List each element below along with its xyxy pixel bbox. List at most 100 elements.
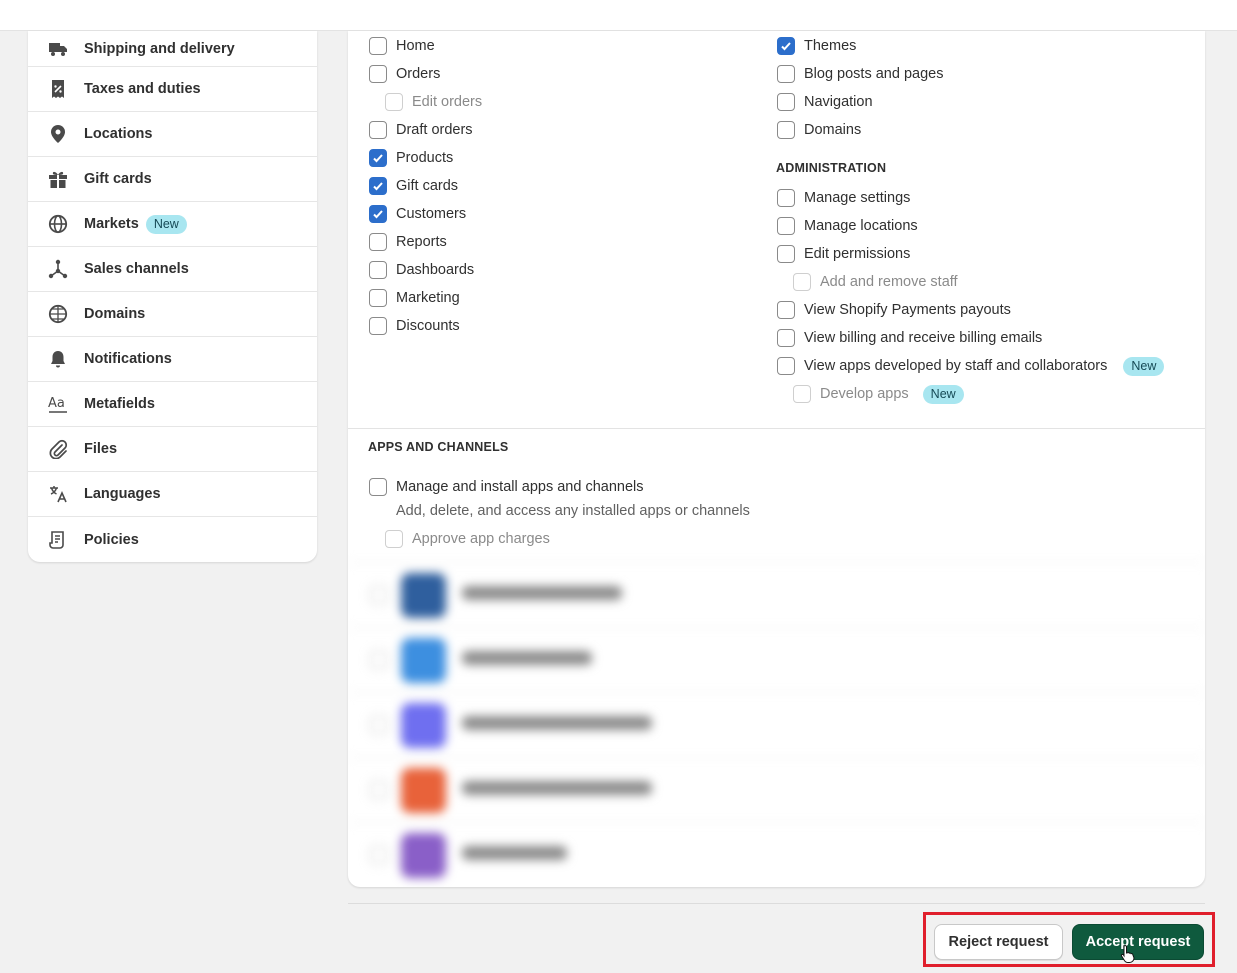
sidebar-item-gift-cards[interactable]: Gift cards xyxy=(28,157,317,202)
app-row[interactable] xyxy=(348,692,1205,757)
sidebar-item-shipping[interactable]: Shipping and delivery xyxy=(28,31,317,67)
checkbox[interactable] xyxy=(385,93,403,111)
perm-draft-orders[interactable]: Draft orders xyxy=(369,119,473,141)
checkbox[interactable] xyxy=(777,301,795,319)
checkbox[interactable] xyxy=(777,121,795,139)
perm-customers[interactable]: Customers xyxy=(369,203,466,225)
perm-discounts[interactable]: Discounts xyxy=(369,315,460,337)
new-badge: New xyxy=(922,384,964,404)
gift-icon xyxy=(47,168,69,190)
checkbox[interactable] xyxy=(777,357,795,375)
sidebar-item-taxes[interactable]: Taxes and duties xyxy=(28,67,317,112)
perm-orders[interactable]: Orders xyxy=(369,63,440,85)
app-name-redacted xyxy=(462,781,652,795)
checkbox-checked[interactable] xyxy=(369,205,387,223)
checkbox[interactable] xyxy=(369,289,387,307)
perm-themes[interactable]: Themes xyxy=(777,35,856,57)
channels-icon xyxy=(47,258,69,280)
perm-label: Manage and install apps and channels xyxy=(396,479,644,495)
sidebar-item-files[interactable]: Files xyxy=(28,427,317,472)
checkbox[interactable] xyxy=(369,233,387,251)
sidebar-item-sales-channels[interactable]: Sales channels xyxy=(28,247,317,292)
checkbox[interactable] xyxy=(777,245,795,263)
checkbox[interactable] xyxy=(777,217,795,235)
perm-approve-app-charges[interactable]: Approve app charges xyxy=(385,528,550,550)
document-icon xyxy=(47,529,69,551)
checkbox-checked[interactable] xyxy=(369,177,387,195)
sidebar-item-label: Gift cards xyxy=(84,171,152,187)
app-name-redacted xyxy=(462,651,592,665)
perm-reports[interactable]: Reports xyxy=(369,231,447,253)
sidebar-item-notifications[interactable]: Notifications xyxy=(28,337,317,382)
checkbox[interactable] xyxy=(369,65,387,83)
app-row[interactable] xyxy=(348,562,1205,627)
checkbox[interactable] xyxy=(370,651,388,669)
perm-domains[interactable]: Domains xyxy=(777,119,861,141)
app-row[interactable] xyxy=(348,757,1205,822)
perm-manage-settings[interactable]: Manage settings xyxy=(777,187,910,209)
perm-blog-posts[interactable]: Blog posts and pages xyxy=(777,63,943,85)
checkbox[interactable] xyxy=(369,478,387,496)
perm-label: View apps developed by staff and collabo… xyxy=(804,358,1108,374)
checkbox[interactable] xyxy=(369,261,387,279)
section-divider xyxy=(348,428,1205,429)
checkbox[interactable] xyxy=(777,93,795,111)
sidebar-item-locations[interactable]: Locations xyxy=(28,112,317,157)
perm-label: Gift cards xyxy=(396,178,459,194)
perm-dashboards[interactable]: Dashboards xyxy=(369,259,474,281)
checkbox[interactable] xyxy=(369,37,387,55)
perm-products[interactable]: Products xyxy=(369,147,453,169)
perm-label: Orders xyxy=(396,66,441,82)
footer-divider xyxy=(348,903,1205,904)
checkbox[interactable] xyxy=(370,586,388,604)
perm-view-apps-staff[interactable]: View apps developed by staff and collabo… xyxy=(777,355,1165,377)
reject-request-button[interactable]: Reject request xyxy=(934,924,1063,960)
checkbox[interactable] xyxy=(370,846,388,864)
sidebar-item-label: Markets xyxy=(84,216,139,232)
perm-gift-cards[interactable]: Gift cards xyxy=(369,175,458,197)
checkbox-checked[interactable] xyxy=(369,149,387,167)
perm-label: Manage locations xyxy=(804,218,918,234)
perm-label: Customers xyxy=(396,206,467,222)
checkbox[interactable] xyxy=(370,716,388,734)
app-row[interactable] xyxy=(348,627,1205,692)
checkbox[interactable] xyxy=(777,189,795,207)
sidebar-item-metafields[interactable]: Aa Metafields xyxy=(28,382,317,427)
sidebar-item-policies[interactable]: Policies xyxy=(28,517,317,562)
perm-add-remove-staff[interactable]: Add and remove staff xyxy=(793,271,958,293)
perm-navigation[interactable]: Navigation xyxy=(777,91,873,113)
perm-label: Dashboards xyxy=(396,262,475,278)
checkbox[interactable] xyxy=(369,121,387,139)
perm-label: Home xyxy=(396,38,435,54)
apps-channels-heading: APPS AND CHANNELS xyxy=(368,440,509,454)
sidebar-item-languages[interactable]: Languages xyxy=(28,472,317,517)
perm-label: Navigation xyxy=(804,94,873,110)
perm-develop-apps[interactable]: Develop apps New xyxy=(793,383,964,405)
perm-view-billing[interactable]: View billing and receive billing emails xyxy=(777,327,1042,349)
perm-edit-orders[interactable]: Edit orders xyxy=(385,91,482,113)
perm-edit-permissions[interactable]: Edit permissions xyxy=(777,243,910,265)
checkbox[interactable] xyxy=(793,385,811,403)
checkbox[interactable] xyxy=(777,329,795,347)
sidebar-item-label: Locations xyxy=(84,126,153,142)
app-row[interactable] xyxy=(348,822,1205,887)
perm-home[interactable]: Home xyxy=(369,35,435,57)
checkbox[interactable] xyxy=(793,273,811,291)
checkbox[interactable] xyxy=(777,65,795,83)
checkmark-icon xyxy=(373,210,383,219)
checkbox[interactable] xyxy=(369,317,387,335)
perm-label: Reports xyxy=(396,234,447,250)
perm-marketing[interactable]: Marketing xyxy=(369,287,460,309)
checkbox[interactable] xyxy=(385,530,403,548)
perm-view-payouts[interactable]: View Shopify Payments payouts xyxy=(777,299,1011,321)
accept-request-button[interactable]: Accept request xyxy=(1072,924,1204,960)
checkbox-checked[interactable] xyxy=(777,37,795,55)
perm-manage-locations[interactable]: Manage locations xyxy=(777,215,918,237)
paperclip-icon xyxy=(47,438,69,460)
sidebar-item-domains[interactable]: Domains xyxy=(28,292,317,337)
sidebar-item-markets[interactable]: Markets New xyxy=(28,202,317,247)
perm-manage-apps[interactable]: Manage and install apps and channels xyxy=(369,476,643,498)
perm-label: Develop apps xyxy=(820,386,909,402)
perm-label: Edit permissions xyxy=(804,246,911,262)
checkbox[interactable] xyxy=(370,781,388,799)
